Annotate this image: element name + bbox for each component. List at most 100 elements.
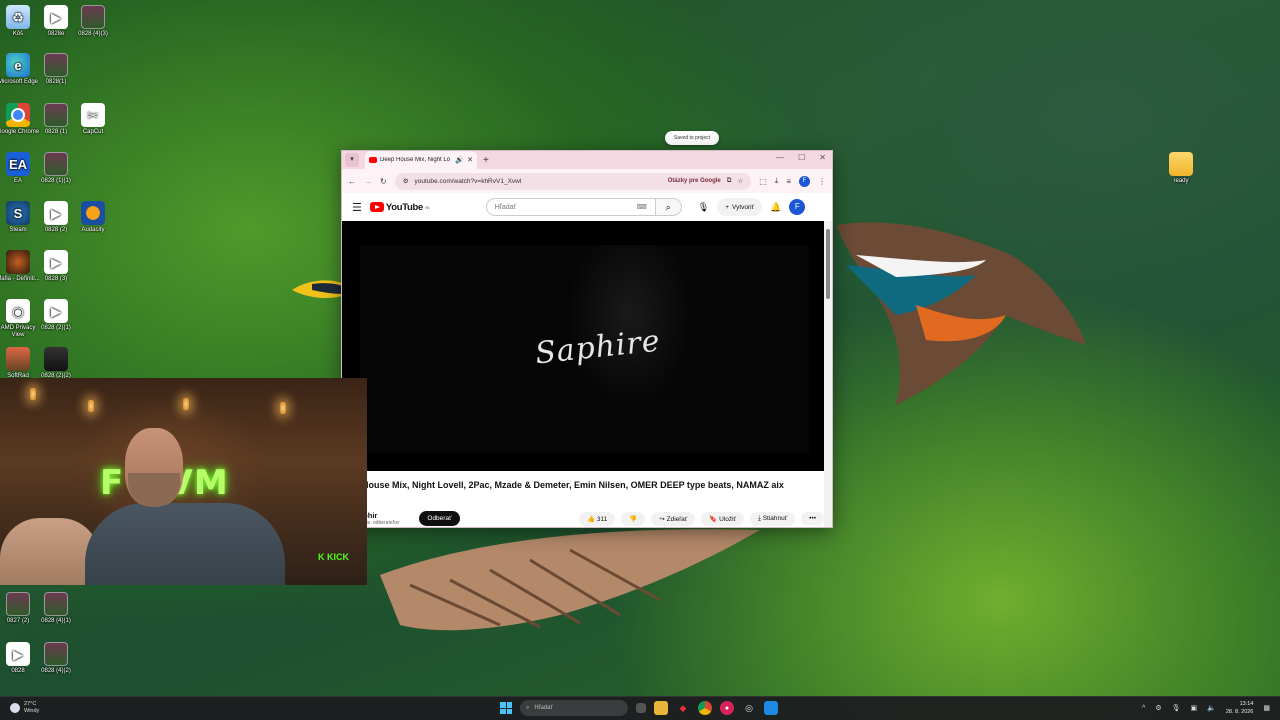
desktop-icon[interactable]: 0828 (4)(2) bbox=[34, 642, 78, 675]
desktop-icon[interactable]: 0828 (4)(1) bbox=[34, 592, 78, 625]
like-button[interactable]: 👍 311 bbox=[578, 511, 616, 526]
taskbar: 27°C Windy ⌕ Hľadať ◆ ● ◎ ^ ⚙ 🎙 ▣ 🔈 13:1… bbox=[0, 696, 1280, 720]
search-button[interactable]: ⌕ bbox=[655, 198, 682, 216]
desktop-icon-label: 0828 (2)(1) bbox=[41, 325, 71, 331]
weather-temp: 27°C bbox=[24, 701, 37, 707]
obs-icon[interactable]: ◎ bbox=[742, 701, 756, 715]
thumb-icon bbox=[44, 53, 68, 77]
desktop-icon[interactable]: 0828(1) bbox=[34, 53, 78, 86]
download-icon[interactable]: ⤓ bbox=[775, 176, 779, 186]
wallpaper-bird-body bbox=[836, 222, 1086, 405]
desktop-icon[interactable]: ✂ CapCut bbox=[71, 103, 115, 136]
webcam-overlay: F NVM K KICK bbox=[0, 378, 367, 585]
create-button[interactable]: + Vytvoriť bbox=[717, 198, 763, 216]
youtube-logo[interactable]: YouTube SK bbox=[369, 202, 430, 213]
ea-icon: EA bbox=[6, 152, 30, 176]
lamp-icon bbox=[30, 388, 36, 400]
subscribe-button[interactable]: Odberať bbox=[419, 511, 460, 526]
speaker-icon[interactable]: 🔊 bbox=[455, 156, 464, 164]
desktop-icon[interactable]: 0828 (4)(3) bbox=[71, 5, 115, 38]
hamburger-menu-icon[interactable]: ☰ bbox=[352, 201, 362, 214]
maximize-icon[interactable]: ☐ bbox=[798, 153, 805, 162]
photos-icon[interactable] bbox=[764, 701, 778, 715]
taskbar-search-placeholder: Hľadať bbox=[534, 705, 553, 711]
scrollbar-thumb[interactable] bbox=[826, 229, 830, 299]
weather-widget[interactable]: 27°C Windy bbox=[10, 701, 39, 715]
desktop-icon-label: CapCut bbox=[82, 129, 104, 135]
extensions-icon[interactable]: ⬚ bbox=[759, 177, 767, 186]
play-icon: ▶ bbox=[6, 642, 30, 666]
network-icon[interactable]: ▣ bbox=[1191, 704, 1198, 712]
dislike-button[interactable]: 👎 bbox=[621, 511, 646, 526]
saved-toast: Saved to project bbox=[665, 131, 719, 145]
tray-mic-icon[interactable]: 🎙 bbox=[1172, 704, 1181, 712]
notifications-bell-icon[interactable]: 🔔 bbox=[770, 202, 781, 213]
desktop-folder-label: ready bbox=[1173, 178, 1189, 184]
site-info-icon[interactable]: ⚙ bbox=[403, 177, 409, 185]
microphone-icon[interactable]: 🎙 bbox=[698, 202, 709, 213]
tab-search-button[interactable]: ▾ bbox=[345, 153, 359, 167]
desktop-icon[interactable]: ▶ 0828 (3) bbox=[34, 250, 78, 283]
menu-icon[interactable]: ⋮ bbox=[818, 177, 826, 186]
download-button[interactable]: ⤓ Stiahnuť bbox=[750, 511, 796, 526]
clock[interactable]: 13:14 28. 8. 2026 bbox=[1226, 700, 1254, 716]
bookmark-star-icon[interactable]: ☆ bbox=[737, 177, 743, 185]
sidebar-icon[interactable]: ≡ bbox=[786, 177, 791, 186]
desktop-icon[interactable]: Audacity bbox=[71, 201, 115, 234]
omnibox[interactable]: ⚙ youtube.com/watch?v=khRvV1_Xvwl Otázky… bbox=[394, 172, 752, 190]
desktop-icon[interactable]: 0828 (1)(1) bbox=[34, 152, 78, 185]
capcut-icon: ✂ bbox=[81, 103, 105, 127]
youtube-account-avatar[interactable]: F bbox=[789, 199, 806, 215]
weather-desc: Windy bbox=[24, 708, 40, 714]
cast-icon[interactable]: ⧉ bbox=[727, 177, 732, 185]
clock-date: 28. 8. 2026 bbox=[1225, 709, 1254, 715]
chrome-taskbar-icon[interactable] bbox=[698, 701, 712, 715]
thumb-icon bbox=[44, 103, 68, 127]
thumb-icon bbox=[81, 5, 105, 29]
desktop-icon[interactable]: ▶ 0828 (2)(1) bbox=[34, 299, 78, 332]
play-icon: ▶ bbox=[44, 250, 68, 274]
video-player[interactable]: Saphire bbox=[342, 221, 826, 471]
notification-icon[interactable]: ▦ bbox=[1263, 704, 1270, 712]
mafia-icon bbox=[6, 250, 30, 274]
back-icon[interactable]: ← bbox=[348, 177, 356, 186]
minimize-icon[interactable]: — bbox=[776, 153, 784, 162]
tab-youtube[interactable]: Deep House Mix, Night Lo 🔊 ✕ bbox=[365, 151, 477, 169]
desktop-icon-label: 0828 (4)(1) bbox=[41, 618, 71, 624]
recording-app-icon[interactable]: ● bbox=[720, 701, 734, 715]
volume-icon[interactable]: 🔈 bbox=[1207, 704, 1216, 712]
file-explorer-icon[interactable] bbox=[654, 701, 668, 715]
browser-window[interactable]: ▾ Deep House Mix, Night Lo 🔊 ✕ + — ☐ ✕ ←… bbox=[341, 150, 833, 528]
taskbar-search[interactable]: ⌕ Hľadať bbox=[520, 700, 628, 716]
download-label: Stiahnuť bbox=[762, 514, 788, 522]
task-view-icon[interactable] bbox=[636, 703, 646, 713]
desktop-icon-label: 0828 (4)(2) bbox=[41, 668, 71, 674]
share-button[interactable]: ↪ Zdieľať bbox=[651, 511, 696, 526]
keyboard-icon[interactable]: ⌨ bbox=[637, 203, 647, 211]
thumbs-down-icon: 👎 bbox=[629, 515, 638, 523]
folder-icon bbox=[1169, 152, 1193, 176]
address-bar: ← → ↻ ⚙ youtube.com/watch?v=khRvV1_Xvwl … bbox=[342, 169, 832, 193]
red-app-icon[interactable]: ◆ bbox=[676, 701, 690, 715]
forward-icon[interactable]: → bbox=[364, 177, 372, 186]
more-actions-button[interactable]: ••• bbox=[801, 512, 824, 525]
profile-avatar[interactable]: F bbox=[799, 175, 810, 187]
youtube-search-input[interactable]: Hľadať ⌨ bbox=[485, 198, 656, 216]
tray-chevron-icon[interactable]: ^ bbox=[1142, 705, 1145, 712]
clock-time: 13:14 bbox=[1239, 701, 1254, 707]
window-close-icon[interactable]: ✕ bbox=[819, 153, 826, 162]
desktop-folder-ready[interactable]: ready bbox=[1159, 152, 1203, 185]
thumb-icon bbox=[6, 592, 30, 616]
desktop-icon[interactable]: 0828 (2)(2) bbox=[34, 347, 78, 380]
tab-close-icon[interactable]: ✕ bbox=[467, 156, 473, 164]
tray-app-icon[interactable]: ⚙ bbox=[1155, 704, 1161, 712]
play-icon: ▶ bbox=[44, 5, 68, 29]
desktop-icon-label: 0828 (1)(1) bbox=[41, 178, 71, 184]
save-button[interactable]: 🔖 Uložiť bbox=[701, 511, 744, 526]
reload-icon[interactable]: ↻ bbox=[380, 177, 387, 186]
windows-start-icon[interactable] bbox=[500, 702, 512, 714]
aud-icon bbox=[81, 201, 105, 225]
page-scrollbar[interactable] bbox=[824, 221, 832, 527]
google-questions-chip[interactable]: Otázky pre Google bbox=[668, 178, 721, 184]
new-tab-button[interactable]: + bbox=[483, 155, 489, 166]
